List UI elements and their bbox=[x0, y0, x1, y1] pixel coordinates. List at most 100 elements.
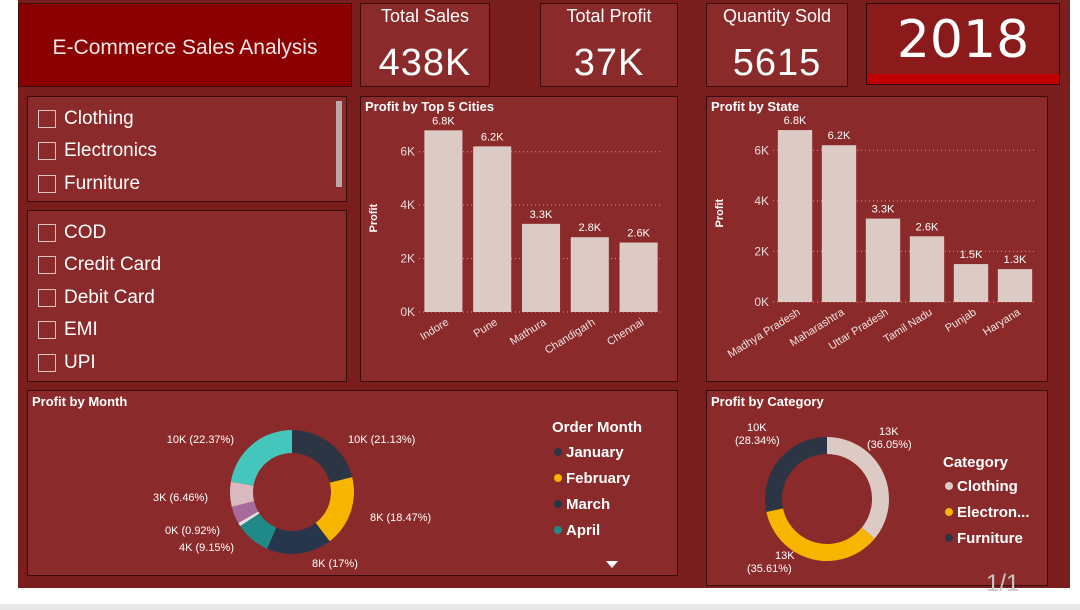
slice-label: 4K (9.15%) bbox=[179, 542, 234, 554]
year-value: 2018 bbox=[896, 10, 1030, 70]
checkbox[interactable] bbox=[38, 289, 56, 307]
y-tick-label: 4K bbox=[400, 198, 415, 212]
slicer-item-furniture[interactable]: Furniture bbox=[38, 170, 140, 198]
slicer-item-label: Debit Card bbox=[64, 287, 155, 308]
category-chart-panel: Profit by Category 13K (36.05%) 13K (35.61%… bbox=[706, 390, 1048, 586]
donut-slice bbox=[765, 437, 827, 512]
month-chart-panel: Profit by Month 10K (21.13%) 8K (18.47%) 8… bbox=[27, 390, 678, 576]
slicer-item-label: UPI bbox=[64, 352, 96, 373]
legend-item: January bbox=[566, 444, 624, 461]
slicer-item-label: Furniture bbox=[64, 173, 141, 194]
cities-bar-chart: Profit 0K 2K 4K 6K 6.8K Indore 6.2K Pune 3.3K Math… bbox=[368, 115, 663, 357]
bottom-divider bbox=[0, 604, 1080, 610]
y-tick-label: 2K bbox=[400, 252, 415, 266]
legend-title: Category bbox=[943, 454, 1009, 471]
legend-item: March bbox=[566, 496, 610, 513]
slicer-item-clothing[interactable]: Clothing bbox=[38, 105, 134, 133]
slicer-item-electronics[interactable]: Electronics bbox=[38, 137, 157, 165]
total-sales-value: 438K bbox=[378, 42, 472, 84]
total-profit-card[interactable]: Total Profit 37K bbox=[540, 3, 678, 87]
legend-item: Electron... bbox=[957, 504, 1030, 521]
slicer-item-cod[interactable]: COD bbox=[38, 219, 106, 247]
legend-title: Order Month bbox=[552, 419, 642, 436]
month-donut-chart: 10K (21.13%) 8K (18.47%) 8K (17%) 4K (9.15%… bbox=[153, 419, 642, 570]
x-tick-label: Mathura bbox=[508, 316, 549, 348]
slicer-item-label: Electronics bbox=[64, 140, 157, 161]
donut-slice bbox=[827, 437, 889, 539]
data-label: 1.3K bbox=[1004, 254, 1027, 266]
slicer-item-upi[interactable]: UPI bbox=[38, 349, 96, 377]
slicer-item-debit-card[interactable]: Debit Card bbox=[38, 284, 155, 312]
x-tick-label: Chandigarh bbox=[543, 316, 598, 356]
cities-chart-panel: Profit by Top 5 Cities Profit 0K 2K 4K 6K 6.8… bbox=[360, 96, 678, 382]
slice-label: 3K (6.46%) bbox=[153, 492, 208, 504]
legend-marker bbox=[554, 448, 562, 456]
checkbox[interactable] bbox=[38, 321, 56, 339]
checkbox[interactable] bbox=[38, 256, 56, 274]
cities-chart-title: Profit by Top 5 Cities bbox=[365, 99, 495, 114]
x-tick-label: Indore bbox=[418, 316, 451, 343]
slicer-item-label: EMI bbox=[64, 319, 98, 340]
x-tick-label: Pune bbox=[472, 316, 500, 340]
legend-scroll-down-icon bbox=[606, 561, 618, 568]
month-chart-title: Profit by Month bbox=[32, 394, 128, 409]
legend-item: Clothing bbox=[957, 478, 1018, 495]
legend-marker bbox=[945, 482, 953, 490]
checkbox[interactable] bbox=[38, 142, 56, 160]
slicer-item-emi[interactable]: EMI bbox=[38, 316, 98, 344]
total-sales-card[interactable]: Total Sales 438K bbox=[360, 3, 490, 87]
slicer-item-label: Clothing bbox=[64, 108, 134, 129]
slice-label: 10K (22.37%) bbox=[167, 434, 234, 446]
page-indicator: 1/1 bbox=[986, 570, 1020, 597]
data-label: 2.8K bbox=[578, 222, 601, 234]
slicer-item-credit-card[interactable]: Credit Card bbox=[38, 251, 161, 279]
checkbox[interactable] bbox=[38, 110, 56, 128]
slice-label-percent: (35.61%) bbox=[747, 563, 792, 575]
states-chart-title: Profit by State bbox=[711, 99, 800, 114]
y-tick-label: 4K bbox=[754, 194, 769, 208]
bar bbox=[909, 236, 945, 302]
y-tick-label: 0K bbox=[754, 295, 769, 309]
x-tick-label: Tamil Nadu bbox=[882, 306, 935, 345]
total-profit-value: 37K bbox=[573, 42, 645, 84]
slice-label-percent: (36.05%) bbox=[867, 439, 912, 451]
data-label: 6.8K bbox=[432, 115, 455, 127]
x-tick-label: Chennai bbox=[605, 316, 646, 348]
data-label: 6.8K bbox=[784, 115, 807, 127]
category-donut-chart: 13K(36.05%)13K(35.61%)10K(28.34%)Categor… bbox=[735, 422, 1030, 575]
slicer-item-label: Credit Card bbox=[64, 254, 162, 275]
x-tick-label: Punjab bbox=[943, 306, 978, 334]
quantity-sold-card[interactable]: Quantity Sold 5615 bbox=[706, 3, 848, 87]
states-bar-chart: Profit0K2K4K6K6.8KMadhya Pradesh6.2KMaha… bbox=[714, 115, 1037, 361]
checkbox[interactable] bbox=[38, 354, 56, 372]
slicer-scrollbar[interactable] bbox=[336, 101, 342, 187]
legend-marker bbox=[554, 526, 562, 534]
data-label: 6.2K bbox=[481, 131, 504, 143]
slice-label-value: 10K bbox=[747, 422, 767, 434]
y-axis-label: Profit bbox=[714, 198, 726, 227]
x-tick-label: Haryana bbox=[981, 306, 1023, 339]
bar bbox=[619, 242, 658, 312]
year-card[interactable]: 2018 bbox=[866, 3, 1060, 85]
data-label: 2.6K bbox=[627, 228, 650, 240]
data-label: 3.3K bbox=[530, 209, 553, 221]
legend-marker bbox=[945, 534, 953, 542]
slice-label-percent: (28.34%) bbox=[735, 435, 780, 447]
y-axis-label: Profit bbox=[368, 203, 380, 232]
payment-slicer: COD Credit Card Debit Card EMI UPI bbox=[27, 210, 347, 382]
y-tick-label: 0K bbox=[400, 305, 415, 319]
quantity-sold-value: 5615 bbox=[732, 42, 822, 84]
bar bbox=[521, 223, 561, 312]
slice-label: 10K (21.13%) bbox=[348, 434, 415, 446]
checkbox[interactable] bbox=[38, 224, 56, 242]
bar bbox=[953, 264, 989, 302]
dashboard-title-box: E-Commerce Sales Analysis bbox=[18, 3, 352, 87]
y-tick-label: 6K bbox=[400, 145, 415, 159]
legend-item: April bbox=[566, 522, 600, 539]
states-chart-panel: Profit by State Profit 0K 2K 4K 6K 6.8K Madhya… bbox=[706, 96, 1048, 382]
category-slicer: Clothing Electronics Furniture bbox=[27, 96, 347, 202]
checkbox[interactable] bbox=[38, 175, 56, 193]
bar bbox=[997, 269, 1033, 302]
legend-marker bbox=[554, 500, 562, 508]
bar bbox=[424, 130, 463, 312]
